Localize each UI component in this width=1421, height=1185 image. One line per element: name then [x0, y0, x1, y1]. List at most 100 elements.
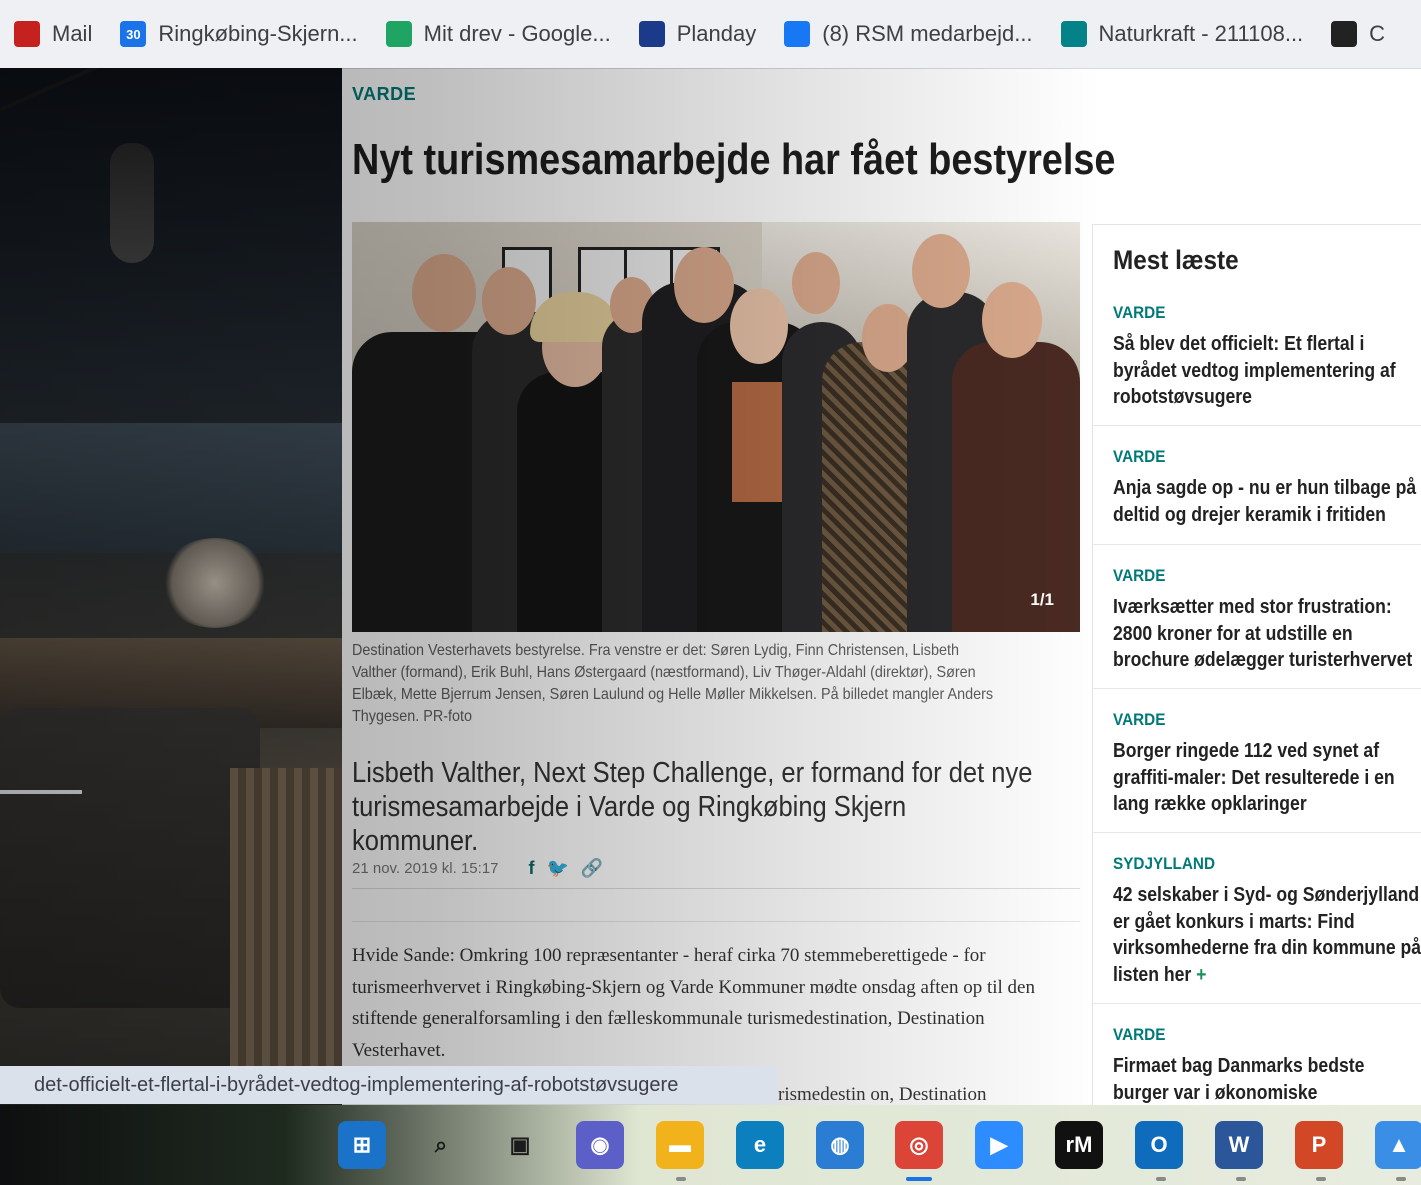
photos-icon[interactable]: ▲ [1375, 1121, 1421, 1169]
bookmark-item[interactable]: Planday [625, 0, 771, 68]
most-read-item[interactable]: VARDE Borger ringede 112 ved synet af graf… [1113, 710, 1421, 818]
most-read-kicker: SYDJYLLAND [1113, 854, 1216, 873]
twitter-share-icon[interactable]: 🐦 [547, 858, 569, 879]
running-indicator [676, 1177, 686, 1181]
most-read-item[interactable]: VARDE Firmaet bag Danmarks bedste burger v… [1113, 1025, 1421, 1106]
bookmark-label: Mail [52, 21, 93, 46]
edge-icon[interactable]: e [736, 1121, 784, 1169]
bookmark-label: Naturkraft - 211108... [1098, 21, 1304, 46]
most-read-headline[interactable]: Anja sagde op - nu er hun tilbage på delt… [1113, 475, 1416, 528]
photo-caption: Destination Vesterhavets bestyrelse. Fra… [352, 642, 994, 725]
background-photo [0, 68, 342, 1108]
rm-app-icon[interactable]: rM [1055, 1121, 1103, 1169]
most-read-item[interactable]: VARDE Så blev det officielt: Et flertal i… [1113, 303, 1421, 411]
outlook-icon[interactable]: O [1135, 1121, 1183, 1169]
sea-view [0, 423, 342, 553]
divider [352, 888, 1080, 889]
search-icon[interactable]: ⌕ [417, 1121, 465, 1169]
white-line [0, 790, 82, 794]
bookmark-label: (8) RSM medarbejd... [822, 21, 1033, 46]
article-body: Hvide Sande: Omkring 100 repræsentanter … [352, 945, 1035, 1061]
person-head [674, 247, 734, 323]
most-read-headline[interactable]: 42 selskaber i Syd- og Sønderjylland er g… [1113, 882, 1421, 988]
divider [1093, 1003, 1421, 1004]
article-body-continued: rismedestin on, Destination [778, 1084, 987, 1105]
most-read-item[interactable]: SYDJYLLAND 42 selskaber i Syd- og Sønderj… [1113, 854, 1421, 988]
active-app-indicator [906, 1177, 932, 1181]
most-read-kicker: VARDE [1113, 303, 1166, 322]
plus-icon: + [1191, 963, 1207, 986]
person-head [730, 288, 788, 364]
bookmark-item[interactable]: 30 Ringkøbing-Skjern... [106, 0, 371, 68]
most-read-title: Mest læste [1113, 245, 1239, 275]
link-share-icon[interactable]: 🔗 [581, 858, 603, 879]
article-headline: Nyt turismesamarbejde har fået bestyrels… [352, 135, 1116, 184]
google-drive-icon [385, 21, 412, 47]
bookmark-label: Mit drev - Google... [423, 21, 611, 46]
zoom-icon[interactable]: ▶ [975, 1121, 1023, 1169]
calendar-icon: 30 [120, 21, 147, 47]
bookmark-item[interactable]: Mit drev - Google... [372, 0, 625, 68]
bookmark-item[interactable]: Naturkraft - 211108... [1047, 0, 1318, 68]
running-indicator [1316, 1177, 1326, 1181]
most-read-kicker: VARDE [1113, 566, 1166, 585]
link-status-url: det-officielt-et-flertal-i-byrådet-vedto… [0, 1066, 778, 1104]
running-indicator [1156, 1177, 1166, 1181]
divider [1093, 688, 1421, 689]
most-read-kicker: VARDE [1113, 1025, 1166, 1044]
divider [1093, 544, 1421, 545]
facebook-share-icon[interactable]: f [529, 858, 535, 879]
flower-vase [160, 538, 270, 628]
file-explorer-icon[interactable]: ▬ [656, 1121, 704, 1169]
most-read-item[interactable]: VARDE Anja sagde op - nu er hun tilbage p… [1113, 447, 1421, 528]
most-read-headline[interactable]: Borger ringede 112 ved synet af graffiti-… [1113, 738, 1403, 818]
article-photo[interactable]: 1/1 [352, 222, 1080, 632]
bookmark-label: C [1369, 21, 1386, 46]
person-head [482, 267, 536, 335]
bookmark-label: Planday [676, 21, 757, 46]
running-indicator [1236, 1177, 1246, 1181]
sharepoint-icon [1060, 21, 1087, 47]
person [952, 342, 1080, 632]
task-view-icon[interactable]: ▣ [496, 1121, 544, 1169]
start-icon[interactable]: ⊞ [338, 1121, 386, 1169]
teams-chat-icon[interactable]: ◉ [576, 1121, 624, 1169]
taskbar: ⊞ ⌕ ▣ ◉ ▬ e ◍ ◎ ▶ rM O W P ▲ [0, 1105, 1421, 1185]
lamp-wire [0, 68, 239, 112]
most-read-headline[interactable]: Firmaet bag Danmarks bedste burger var i … [1113, 1053, 1403, 1106]
sofa-cushion [0, 708, 260, 1008]
most-read-headline[interactable]: Så blev det officielt: Et flertal i byråd… [1113, 331, 1403, 411]
article-lead: Lisbeth Valther, Next Step Challenge, er… [352, 757, 1033, 857]
divider [1093, 425, 1421, 426]
chrome-icon[interactable]: ◎ [895, 1121, 943, 1169]
globe-app-icon[interactable]: ◍ [816, 1121, 864, 1169]
divider [352, 921, 1080, 922]
publish-date: 21 nov. 2019 kl. 15:17 [352, 860, 499, 877]
bookmarks-bar: Mail 30 Ringkøbing-Skjern... Mit drev - Goo… [0, 0, 1421, 69]
lamp-bulb [110, 143, 154, 263]
section-tag[interactable]: VARDE [352, 84, 416, 105]
gmail-icon [14, 21, 40, 47]
most-read-headline[interactable]: Iværksætter med stor frustration: 2800 kr… [1113, 594, 1412, 674]
bookmark-item[interactable]: Mail [0, 0, 106, 68]
person-head [982, 282, 1042, 358]
most-read-panel: Mest læste VARDE Så blev det officielt: E… [1092, 224, 1421, 1111]
word-icon[interactable]: W [1215, 1121, 1263, 1169]
person-head [912, 234, 970, 308]
bookmark-label: Ringkøbing-Skjern... [158, 21, 358, 46]
person-head [412, 254, 476, 332]
person-head [792, 252, 840, 314]
running-indicator [1396, 1177, 1406, 1181]
person-blouse [732, 382, 782, 502]
most-read-kicker: VARDE [1113, 710, 1166, 729]
cobe-icon [1331, 21, 1358, 47]
powerpoint-icon[interactable]: P [1295, 1121, 1343, 1169]
most-read-item[interactable]: VARDE Iværksætter med stor frustration: 28… [1113, 566, 1421, 674]
bookmark-item[interactable]: (8) RSM medarbejd... [770, 0, 1046, 68]
planday-icon [638, 21, 665, 47]
bookmark-item[interactable]: C [1317, 0, 1399, 68]
wicker-chair [230, 768, 342, 1068]
image-counter: 1/1 [1030, 590, 1054, 609]
dateline: 21 nov. 2019 kl. 15:17 f 🐦 🔗 [352, 858, 603, 879]
most-read-kicker: VARDE [1113, 447, 1166, 466]
